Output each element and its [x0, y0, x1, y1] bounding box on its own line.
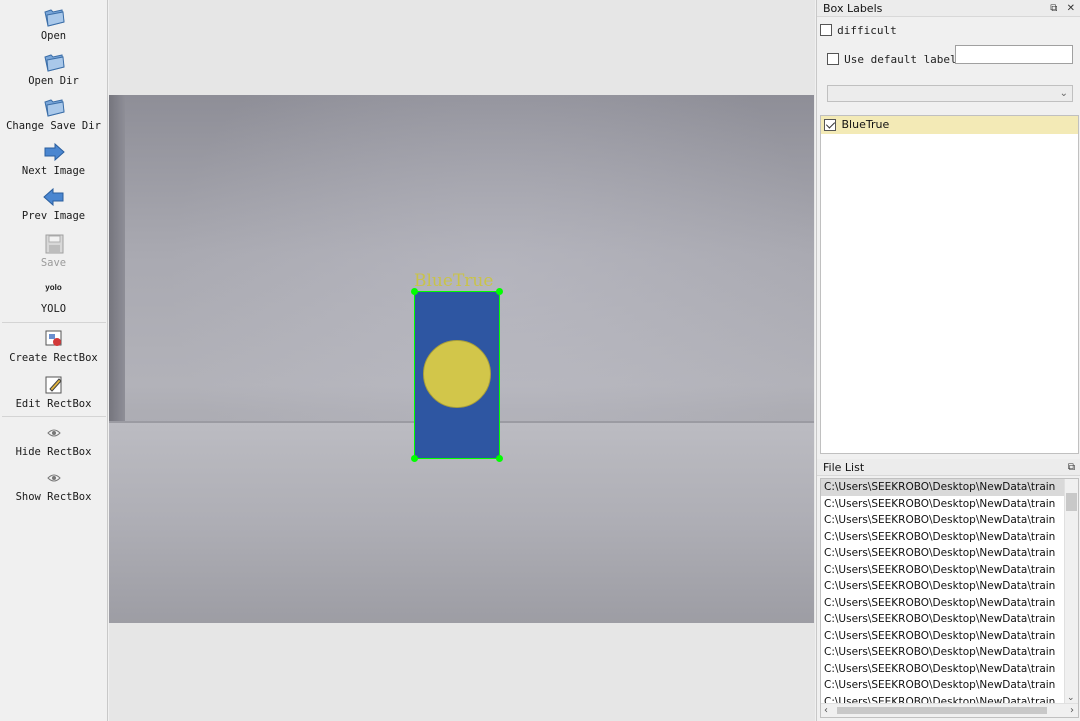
folder-open-icon — [43, 54, 65, 72]
create-rectbox-label: Create RectBox — [9, 352, 98, 364]
eye-icon — [46, 474, 61, 482]
photo-wall-shadow — [109, 95, 125, 425]
open-button[interactable]: Open — [0, 6, 107, 42]
image-display[interactable]: BlueTrue — [109, 95, 814, 623]
prev-image-label: Prev Image — [21, 210, 86, 222]
open-dir-button[interactable]: Open Dir — [0, 51, 107, 87]
float-icon[interactable]: ⧉ — [1068, 462, 1075, 473]
change-save-dir-button[interactable]: Change Save Dir — [0, 96, 107, 132]
use-default-label-text: Use default label — [844, 53, 957, 66]
box-labels-title: Box Labels — [823, 2, 883, 15]
toolbar-separator — [2, 416, 106, 417]
file-list-item[interactable]: C:\Users\SEEKROBO\Desktop\NewData\train — [821, 578, 1065, 595]
right-dock: Box Labels ⧉ ✕ difficult Use default lab… — [816, 0, 1080, 721]
float-icon[interactable]: ⧉ — [1050, 3, 1057, 14]
chevron-down-icon: ⌄ — [1059, 88, 1068, 99]
arrow-left-icon — [42, 187, 63, 207]
difficult-label: difficult — [837, 24, 897, 37]
file-list-item[interactable]: C:\Users\SEEKROBO\Desktop\NewData\train — [821, 611, 1065, 628]
default-label-input[interactable] — [955, 45, 1073, 64]
image-canvas[interactable]: BlueTrue — [109, 0, 815, 721]
hide-rectbox-label: Hide RectBox — [15, 446, 92, 458]
hide-rectbox-button[interactable]: Hide RectBox — [0, 422, 107, 458]
show-rectbox-label: Show RectBox — [15, 491, 92, 503]
chevron-right-icon[interactable]: › — [1070, 704, 1074, 717]
file-list-item[interactable]: C:\Users\SEEKROBO\Desktop\NewData\train — [821, 545, 1065, 562]
file-list-item[interactable]: C:\Users\SEEKROBO\Desktop\NewData\train — [821, 496, 1065, 513]
show-rectbox-button[interactable]: Show RectBox — [0, 467, 107, 503]
yolo-button[interactable]: yolo YOLO — [0, 281, 107, 315]
file-list-item[interactable]: C:\Users\SEEKROBO\Desktop\NewData\train — [821, 529, 1065, 546]
bounding-box[interactable] — [414, 291, 500, 459]
folder-open-icon — [43, 9, 65, 27]
bbox-handle-bottom-right[interactable] — [496, 455, 503, 462]
toolbar: Open Open Dir Change Save Dir Next Image… — [0, 0, 108, 721]
next-image-button[interactable]: Next Image — [0, 141, 107, 177]
file-list-title: File List — [823, 461, 865, 474]
dock-controls: ⧉ ✕ — [1050, 0, 1075, 17]
edit-rectbox-button[interactable]: Edit RectBox — [0, 374, 107, 410]
file-list-item[interactable]: C:\Users\SEEKROBO\Desktop\NewData\train — [821, 628, 1065, 645]
chevron-left-icon[interactable]: ‹ — [824, 704, 828, 717]
open-label: Open — [40, 30, 67, 42]
next-image-label: Next Image — [21, 165, 86, 177]
dock-controls: ⧉ — [1068, 459, 1075, 476]
yolo-label: YOLO — [40, 303, 67, 315]
save-label: Save — [40, 257, 67, 269]
file-list-item[interactable]: C:\Users\SEEKROBO\Desktop\NewData\train — [821, 677, 1065, 694]
file-list-vertical-scrollbar[interactable]: ⌄ — [1064, 479, 1078, 703]
difficult-checkbox[interactable] — [820, 23, 832, 36]
chevron-down-icon[interactable]: ⌄ — [1067, 693, 1075, 703]
label-item-text: BlueTrue — [841, 118, 890, 131]
file-list-item[interactable]: C:\Users\SEEKROBO\Desktop\NewData\train — [821, 562, 1065, 579]
edit-rectbox-label: Edit RectBox — [15, 398, 92, 410]
difficult-checkbox-row[interactable]: difficult — [820, 19, 897, 38]
create-rect-icon — [45, 330, 61, 346]
close-icon[interactable]: ✕ — [1067, 3, 1075, 14]
edit-rect-icon — [45, 376, 62, 394]
arrow-right-icon — [44, 142, 65, 162]
folder-open-icon — [43, 99, 65, 117]
file-list-item[interactable]: C:\Users\SEEKROBO\Desktop\NewData\train — [821, 479, 1065, 496]
file-list-item[interactable]: C:\Users\SEEKROBO\Desktop\NewData\train — [821, 644, 1065, 661]
use-default-label-row[interactable]: Use default label — [827, 48, 957, 67]
toolbar-separator — [2, 322, 106, 323]
scroll-thumb[interactable] — [837, 707, 1047, 714]
create-rectbox-button[interactable]: Create RectBox — [0, 328, 107, 364]
file-list[interactable]: C:\Users\SEEKROBO\Desktop\NewData\train … — [820, 478, 1079, 718]
box-labels-title-bar: Box Labels ⧉ ✕ — [817, 0, 1080, 17]
prev-image-button[interactable]: Prev Image — [0, 186, 107, 222]
bbox-label: BlueTrue — [414, 271, 494, 291]
label-list-item[interactable]: BlueTrue — [821, 116, 1078, 134]
file-list-title-bar: File List ⧉ — [817, 459, 1080, 476]
save-icon — [45, 234, 63, 254]
label-list[interactable]: BlueTrue — [820, 115, 1079, 454]
bbox-handle-bottom-left[interactable] — [411, 455, 418, 462]
file-list-horizontal-scrollbar[interactable]: ‹ › — [821, 703, 1078, 717]
open-dir-label: Open Dir — [28, 75, 79, 87]
use-default-label-checkbox[interactable] — [827, 52, 839, 65]
label-visible-checkbox[interactable] — [824, 119, 836, 131]
scroll-thumb[interactable] — [1066, 493, 1077, 511]
label-dropdown[interactable]: ⌄ — [827, 85, 1073, 102]
file-list-item[interactable]: C:\Users\SEEKROBO\Desktop\NewData\train — [821, 512, 1065, 529]
change-save-dir-label: Change Save Dir — [6, 120, 101, 132]
eye-icon — [46, 429, 61, 437]
bbox-handle-top-right[interactable] — [496, 288, 503, 295]
file-list-item[interactable]: C:\Users\SEEKROBO\Desktop\NewData\train — [821, 595, 1065, 612]
file-list-item[interactable]: C:\Users\SEEKROBO\Desktop\NewData\train — [821, 661, 1065, 678]
yolo-icon: yolo — [45, 283, 62, 292]
save-button[interactable]: Save — [0, 233, 107, 269]
